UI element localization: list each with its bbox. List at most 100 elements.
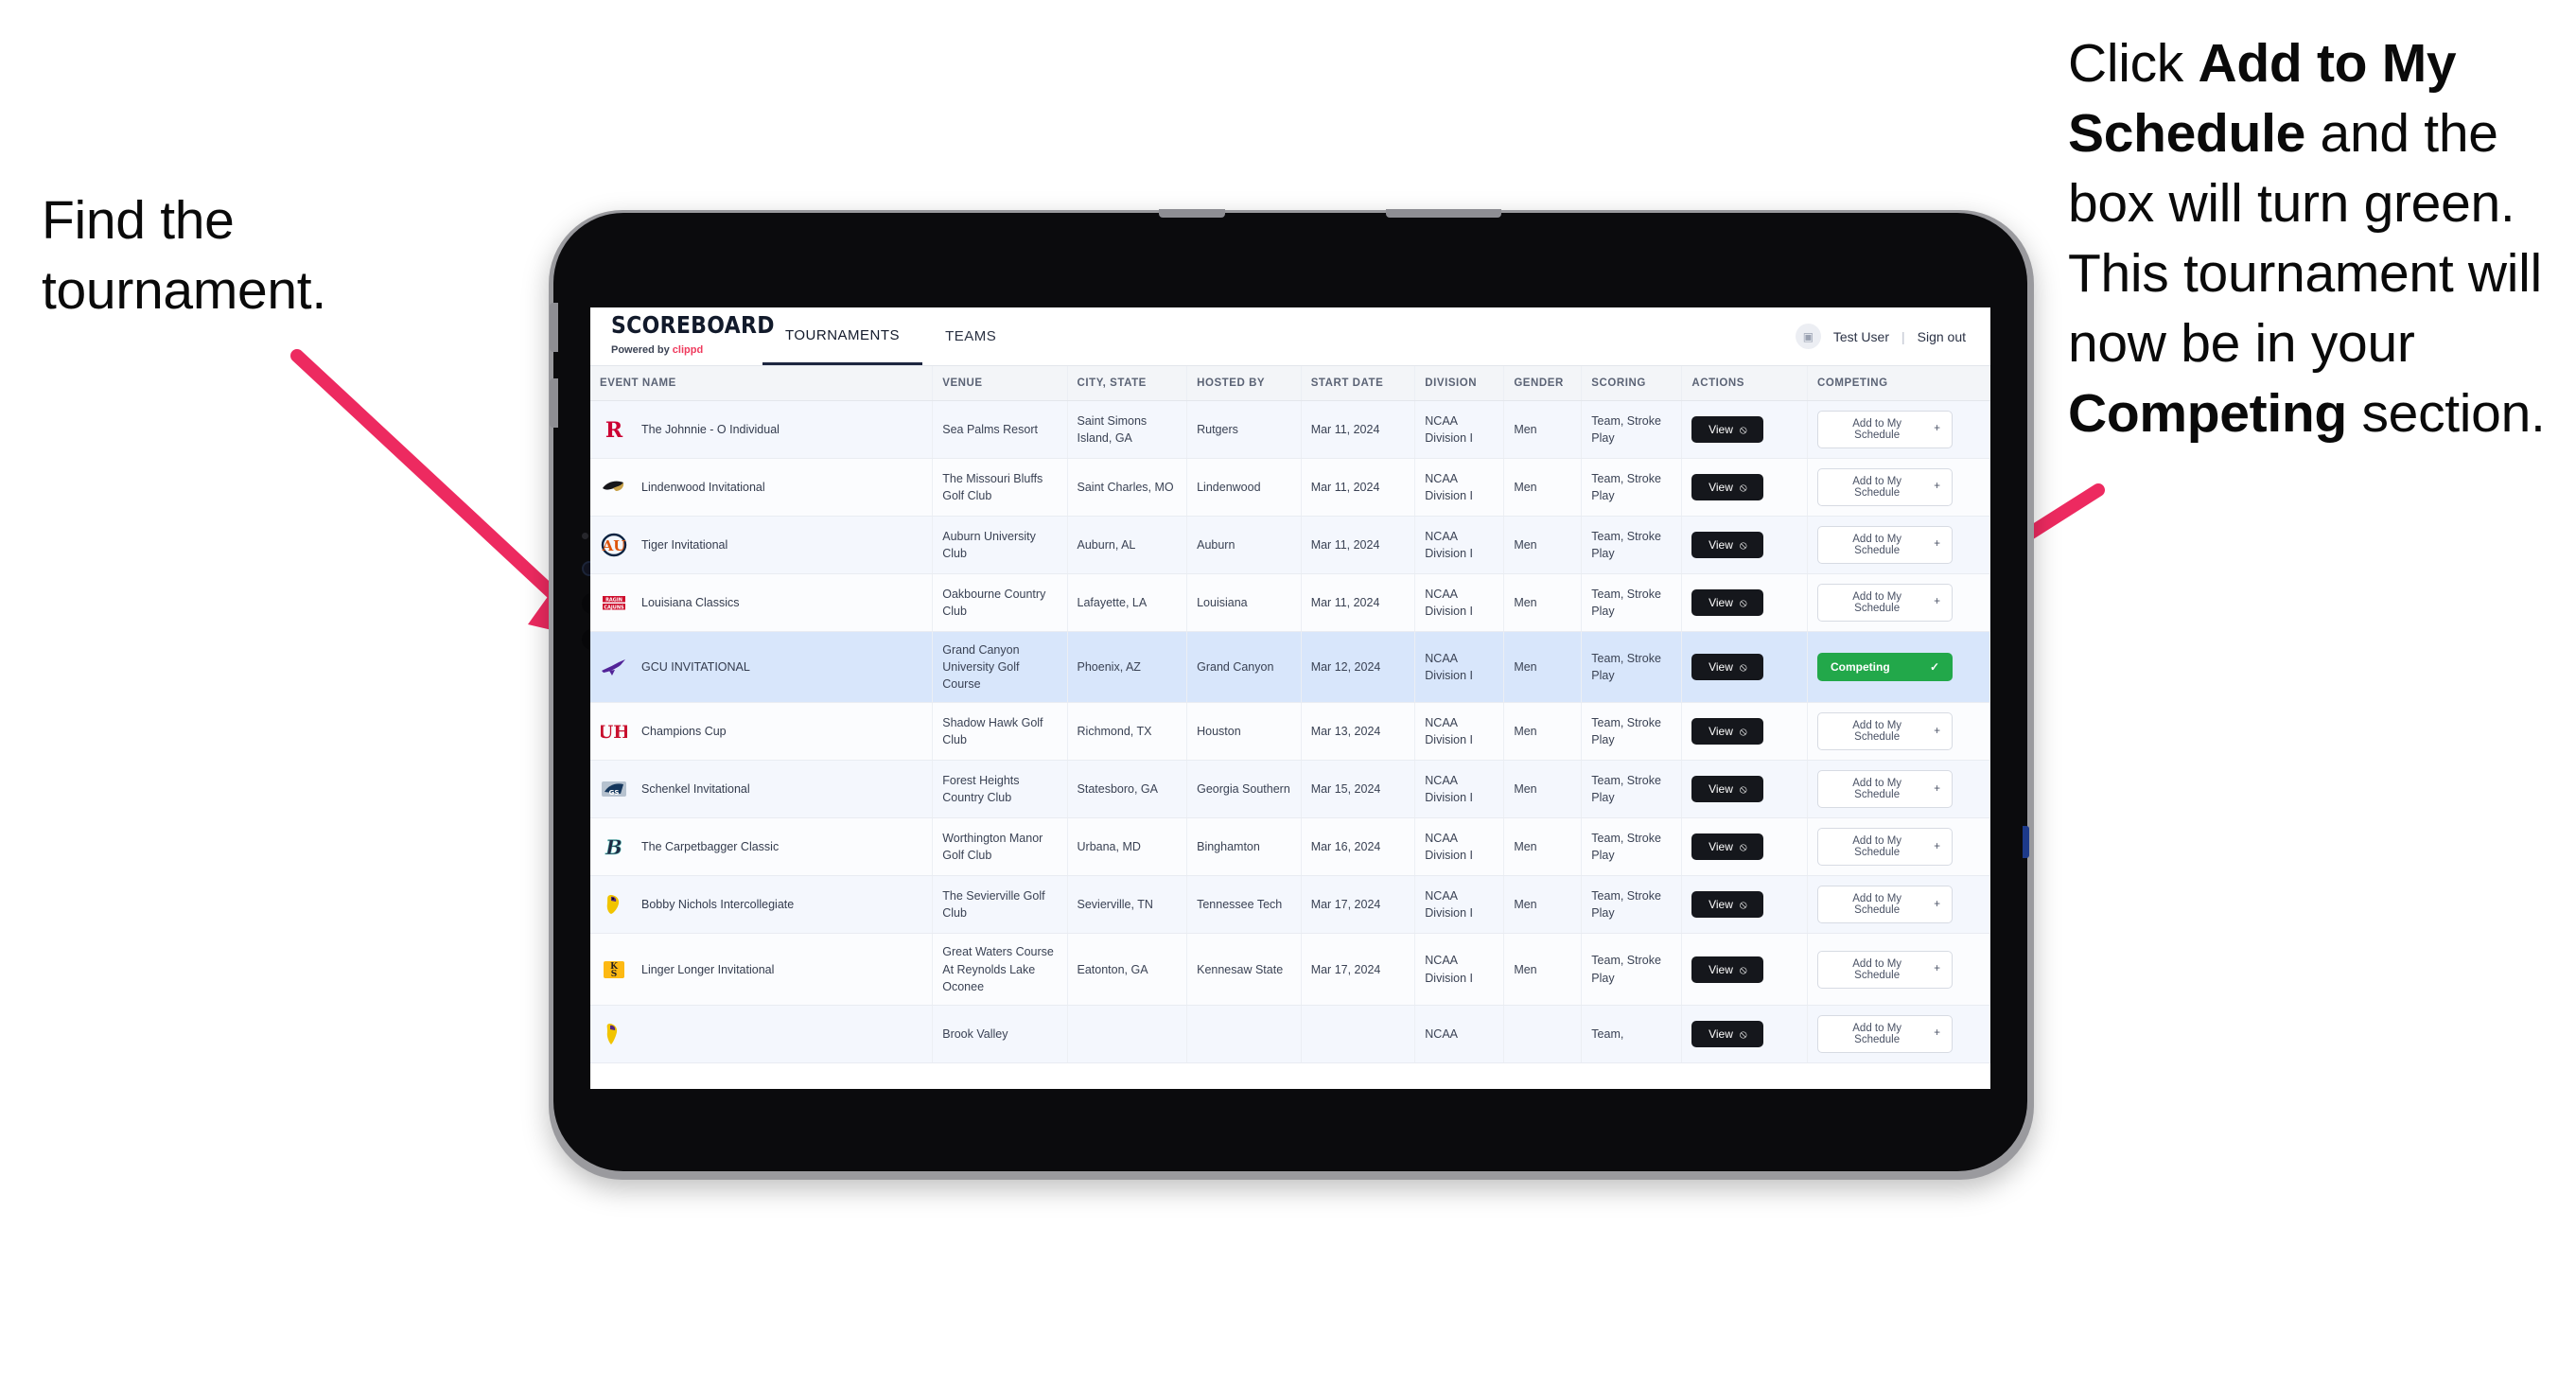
table-row[interactable]: UH Champions Cup Shadow Hawk Golf Club Rich… xyxy=(590,702,1990,762)
add-to-my-schedule-button[interactable]: Add to My Schedule + xyxy=(1817,411,1954,448)
event-name-label: The Johnnie - O Individual xyxy=(641,422,780,436)
annotation-left-line: Find the xyxy=(42,190,235,251)
event-name-label: Schenkel Invitational xyxy=(641,782,750,797)
cell-event-name: RAGIN CAJUNS Louisiana Classics xyxy=(590,573,934,632)
event-name-label: Tiger Invitational xyxy=(641,537,728,552)
col-venue: VENUE xyxy=(932,366,1068,401)
view-button[interactable]: View ⦸ xyxy=(1691,654,1764,681)
view-button[interactable]: View ⦸ xyxy=(1691,718,1764,746)
cell-city-state: Richmond, TX xyxy=(1067,702,1188,762)
tab-teams[interactable]: TEAMS xyxy=(922,307,1019,365)
cell-actions: View ⦸ xyxy=(1681,631,1809,704)
lindenwood-logo xyxy=(600,475,628,500)
user-name-label: Test User xyxy=(1832,328,1889,344)
add-label: Add to My Schedule xyxy=(1852,476,1902,499)
col-division: DIVISION xyxy=(1414,366,1505,401)
view-button[interactable]: View ⦸ xyxy=(1691,956,1764,983)
view-button[interactable]: View ⦸ xyxy=(1691,776,1764,803)
cell-gender: Men xyxy=(1503,760,1583,819)
annotation-left: Find the tournament. xyxy=(42,185,448,325)
gcu-logo xyxy=(600,655,628,679)
view-button[interactable]: View ⦸ xyxy=(1691,474,1764,500)
tablet-top-button[interactable] xyxy=(1159,209,1225,218)
table-row[interactable]: Lindenwood Invitational The Missouri Bluf… xyxy=(590,458,1990,517)
cell-division: NCAA Division I xyxy=(1414,817,1505,877)
add-to-my-schedule-button[interactable]: Add to My Schedule + xyxy=(1817,584,1954,622)
tablet-volume-down-button[interactable] xyxy=(550,378,558,428)
cell-city-state: Statesboro, GA xyxy=(1067,760,1188,819)
add-to-my-schedule-button[interactable]: Add to My Schedule + xyxy=(1817,1014,1954,1053)
table-row[interactable]: Brook Valley NCAA Team, View ⦸ Add to My Sche… xyxy=(590,1005,1990,1063)
cell-actions: View ⦸ xyxy=(1681,573,1809,632)
cell-venue: The Sevierville Golf Club xyxy=(932,875,1068,935)
add-to-my-schedule-button[interactable]: Add to My Schedule + xyxy=(1817,770,1954,809)
cell-hosted-by: Georgia Southern xyxy=(1186,760,1302,819)
cell-event-name: UH Champions Cup xyxy=(590,702,934,762)
table-row[interactable]: AU Tiger Invitational Auburn University Cl… xyxy=(590,516,1990,574)
add-to-my-schedule-button[interactable]: Add to My Schedule + xyxy=(1817,468,1954,506)
cell-gender xyxy=(1503,1005,1583,1063)
cell-gender: Men xyxy=(1503,458,1583,517)
col-start-date: START DATE xyxy=(1301,366,1416,401)
plus-icon: + xyxy=(1934,1027,1941,1039)
arrow-right-circle-icon: ⦸ xyxy=(1739,840,1747,854)
view-button[interactable]: View ⦸ xyxy=(1691,589,1764,616)
cell-city-state: Eatonton, GA xyxy=(1067,933,1188,1006)
col-scoring: SCORING xyxy=(1581,366,1683,401)
view-button[interactable]: View ⦸ xyxy=(1691,532,1764,558)
cell-city-state: Saint Simons Island, GA xyxy=(1067,400,1188,459)
header-separator: | xyxy=(1901,328,1905,344)
svg-text:R: R xyxy=(605,418,623,442)
cell-actions: View ⦸ xyxy=(1681,933,1809,1006)
add-to-my-schedule-button[interactable]: Add to My Schedule + xyxy=(1817,950,1954,989)
rutgers-logo: R xyxy=(600,417,628,442)
add-to-my-schedule-button[interactable]: Add to My Schedule + xyxy=(1817,526,1954,564)
table-row[interactable]: B The Carpetbagger Classic Worthington Man… xyxy=(590,817,1990,877)
cell-start-date xyxy=(1301,1005,1416,1063)
cell-gender: Men xyxy=(1503,875,1583,935)
col-competing: COMPETING xyxy=(1807,366,1990,401)
sign-out-link[interactable]: Sign out xyxy=(1918,329,1966,344)
cell-competing: Add to My Schedule + xyxy=(1807,400,1990,459)
cell-hosted-by: Grand Canyon xyxy=(1186,631,1302,704)
table-row[interactable]: R The Johnnie - O Individual Sea Palms Res… xyxy=(590,400,1990,459)
cell-scoring: Team, Stroke Play xyxy=(1581,933,1683,1006)
add-to-my-schedule-button[interactable]: Add to My Schedule + xyxy=(1817,828,1954,867)
arrow-right-circle-icon: ⦸ xyxy=(1739,1026,1747,1041)
view-button[interactable]: View ⦸ xyxy=(1691,891,1764,919)
add-to-my-schedule-button[interactable]: Add to My Schedule + xyxy=(1817,886,1954,924)
view-button[interactable]: View ⦸ xyxy=(1691,1020,1764,1047)
cell-start-date: Mar 11, 2024 xyxy=(1301,516,1416,574)
cell-start-date: Mar 13, 2024 xyxy=(1301,702,1416,762)
user-avatar-icon[interactable]: ▣ xyxy=(1795,324,1821,349)
check-icon: ✓ xyxy=(1929,660,1940,675)
table-row[interactable]: Bobby Nichols Intercollegiate The Sevierv… xyxy=(590,875,1990,935)
table-row[interactable]: GCU INVITATIONAL Grand Canyon University … xyxy=(590,631,1990,704)
tab-tournaments[interactable]: TOURNAMENTS xyxy=(762,307,923,365)
table-row[interactable]: RAGIN CAJUNS Louisiana Classics Oakbourne C… xyxy=(590,573,1990,632)
cell-hosted-by: Houston xyxy=(1186,702,1302,762)
plus-icon: + xyxy=(1934,538,1941,551)
table-row[interactable]: K S Linger Longer Invitational Great Waters… xyxy=(590,933,1990,1006)
tablet-volume-up-button[interactable] xyxy=(550,303,558,352)
cell-actions: View ⦸ xyxy=(1681,400,1809,459)
cell-actions: View ⦸ xyxy=(1681,760,1809,819)
brand-tagline-prefix: Powered by xyxy=(611,344,673,356)
cell-division: NCAA Division I xyxy=(1414,702,1505,762)
view-label: View xyxy=(1709,660,1733,675)
table-row[interactable]: GS Schenkel Invitational Forest Heights Co… xyxy=(590,760,1990,819)
competing-button[interactable]: Competing ✓ xyxy=(1817,653,1954,682)
add-to-my-schedule-button[interactable]: Add to My Schedule + xyxy=(1817,712,1954,751)
cell-gender: Men xyxy=(1503,933,1583,1006)
cell-event-name: AU Tiger Invitational xyxy=(590,516,934,574)
add-label: Add to My Schedule xyxy=(1852,1022,1902,1045)
view-label: View xyxy=(1709,481,1733,494)
cell-venue: Worthington Manor Golf Club xyxy=(932,817,1068,877)
cell-competing: Add to My Schedule + xyxy=(1807,458,1990,517)
view-button[interactable]: View ⦸ xyxy=(1691,833,1764,861)
svg-text:GS: GS xyxy=(609,789,620,797)
view-label: View xyxy=(1709,538,1733,552)
view-button[interactable]: View ⦸ xyxy=(1691,416,1764,443)
arrow-right-circle-icon: ⦸ xyxy=(1739,725,1747,739)
cell-hosted-by: Louisiana xyxy=(1186,573,1302,632)
